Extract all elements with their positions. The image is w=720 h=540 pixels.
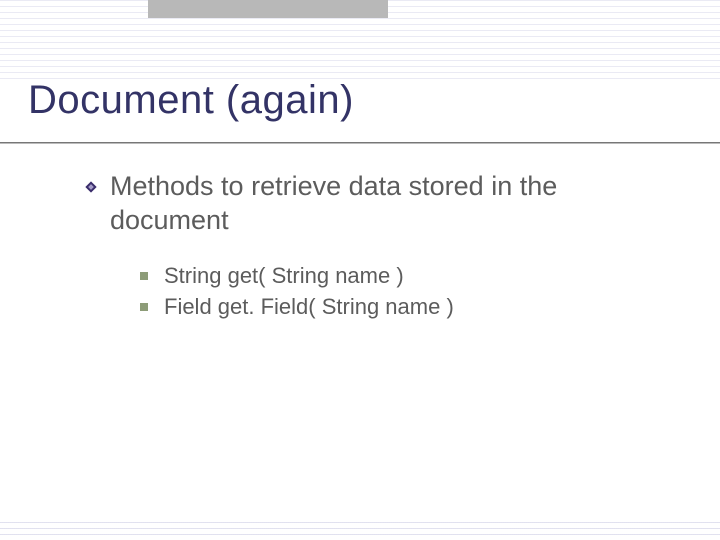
slide-body: Methods to retrieve data stored in the d… [84, 170, 680, 323]
sub-list: String get( String name ) Field get. Fie… [140, 260, 680, 324]
list-item: String get( String name ) [140, 260, 680, 292]
bottom-ruled-pattern [0, 522, 720, 540]
list-item-text: String get( String name ) [164, 263, 404, 288]
list-item-text: Methods to retrieve data stored in the d… [110, 171, 557, 235]
list-item-text: Field get. Field( String name ) [164, 294, 454, 319]
top-ruled-pattern [0, 0, 720, 80]
square-bullet-icon [140, 272, 148, 280]
diamond-bullet-icon [84, 180, 98, 194]
list-item: Field get. Field( String name ) [140, 291, 680, 323]
list-item: Methods to retrieve data stored in the d… [84, 170, 680, 238]
title-underline [0, 142, 720, 144]
slide: Document (again) Methods to retrieve dat… [0, 0, 720, 540]
square-bullet-icon [140, 303, 148, 311]
slide-title: Document (again) [28, 78, 354, 123]
